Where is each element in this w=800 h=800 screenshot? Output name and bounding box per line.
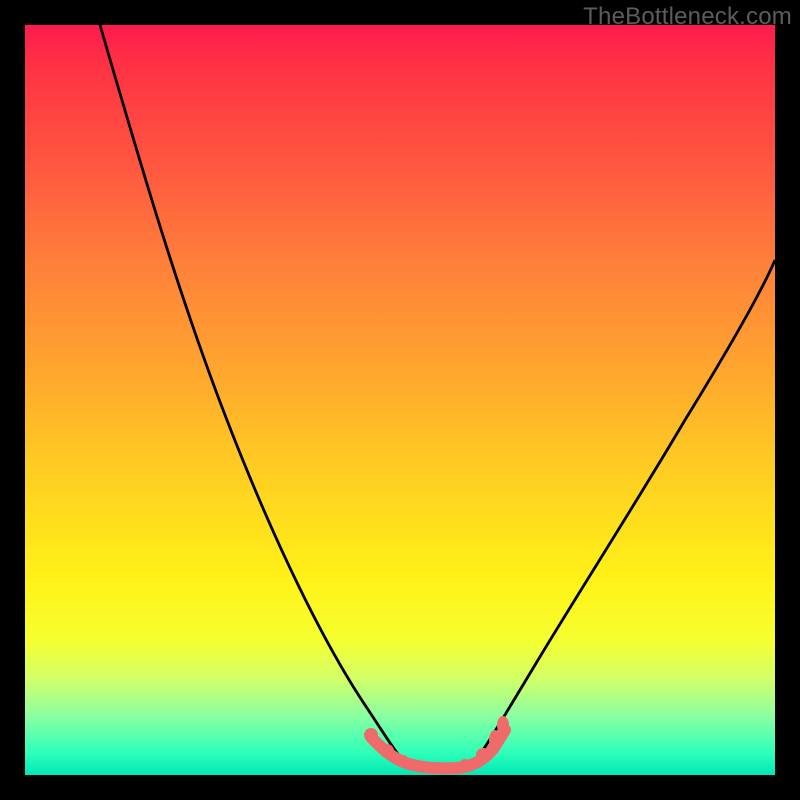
bead-marker [364,728,378,742]
curve-layer [25,25,775,775]
bead-marker [397,755,409,767]
right-curve [475,260,775,762]
bead-marker [497,716,509,734]
bead-marker [417,762,453,774]
bead-marker [476,748,490,762]
chart-frame: TheBottleneck.com [0,0,800,800]
bead-marker [489,730,501,750]
bead-marker [459,759,471,771]
watermark-label: TheBottleneck.com [583,3,792,31]
left-curve [100,25,405,762]
bead-marker [380,744,394,758]
plot-area [25,25,775,775]
